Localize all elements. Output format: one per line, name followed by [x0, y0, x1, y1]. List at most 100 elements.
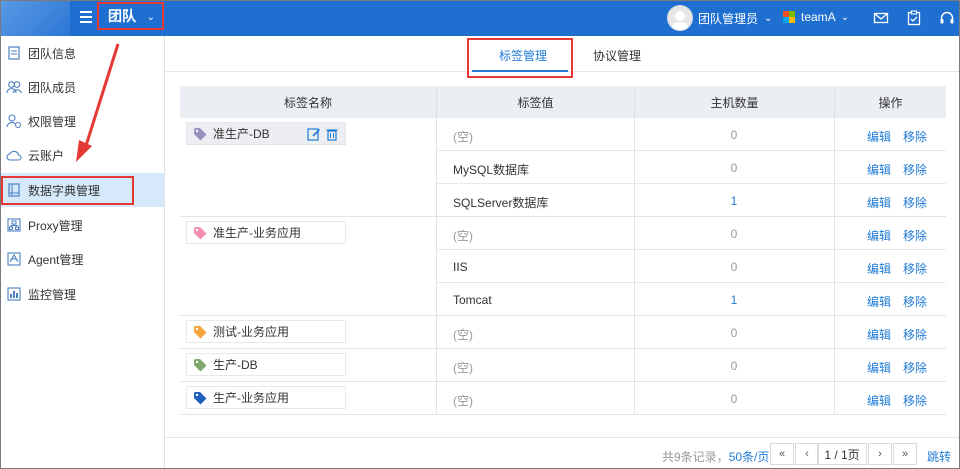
logo: [0, 0, 70, 36]
column-divider: [834, 151, 835, 184]
team-switcher[interactable]: teamA ⌄: [783, 10, 849, 24]
tab-tag-management[interactable]: 标签管理: [499, 47, 547, 64]
tag-name: 准生产-业务应用: [213, 226, 301, 240]
clipboard-icon[interactable]: [906, 10, 922, 26]
tag-name-cell: 准生产-DB: [180, 118, 437, 217]
row-actions: 编辑 移除: [867, 293, 939, 310]
chevron-down-icon: ⌄: [840, 11, 850, 23]
sidebar-item-data-dictionary[interactable]: 数据字典管理: [0, 173, 164, 207]
tag-icon: [194, 325, 207, 338]
row-actions: 编辑 移除: [867, 128, 939, 145]
row-actions: 编辑 移除: [867, 227, 939, 244]
sidebar-item-label: Proxy管理: [28, 218, 83, 233]
host-count: 0: [730, 326, 738, 340]
host-count: 0: [730, 359, 738, 373]
sidebar-item-proxy[interactable]: Proxy管理: [0, 208, 164, 242]
edit-link[interactable]: 编辑: [867, 394, 891, 408]
remove-link[interactable]: 移除: [903, 229, 927, 243]
tag-name: 生产-DB: [213, 358, 258, 372]
prev-page-button[interactable]: ‹: [795, 443, 819, 465]
table-row: MySQL数据库 0 编辑 移除: [437, 151, 946, 184]
column-divider: [834, 217, 835, 250]
page-size-select[interactable]: 50条/页: [729, 450, 770, 464]
tag-value: IIS: [453, 260, 468, 274]
edit-link[interactable]: 编辑: [867, 328, 891, 342]
headset-icon[interactable]: [939, 10, 955, 26]
tag-icon: [194, 391, 207, 404]
agent-icon: [6, 251, 22, 267]
remove-link[interactable]: 移除: [903, 361, 927, 375]
chevron-down-icon: ⌄: [146, 12, 155, 23]
table-row: (空) 0 编辑 移除: [437, 217, 946, 250]
row-actions: 编辑 移除: [867, 326, 939, 343]
table-row: (空) 0 编辑 移除: [437, 382, 946, 415]
top-bar: 团队 ⌄ 团队管理员 ⌄ teamA ⌄: [0, 0, 960, 36]
tag-value: (空): [453, 130, 473, 144]
page-indicator[interactable]: 1 / 1页: [817, 443, 867, 465]
remove-link[interactable]: 移除: [903, 394, 927, 408]
jump-button[interactable]: 跳转: [927, 448, 951, 465]
main-content: 标签管理 协议管理 标签名称 标签值 主机数量 操作 准生产-DB (空) 0 编辑移…: [165, 36, 960, 469]
last-page-button[interactable]: »: [893, 443, 917, 465]
trash-icon[interactable]: [325, 127, 339, 141]
edit-link[interactable]: 编辑: [867, 361, 891, 375]
sidebar-item-agent[interactable]: Agent管理: [0, 242, 164, 276]
user-menu[interactable]: 团队管理员 ⌄: [667, 4, 772, 32]
tag-chip[interactable]: 生产-业务应用: [186, 386, 346, 409]
menu-icon[interactable]: [80, 11, 92, 23]
table-header: 标签名称 标签值 主机数量 操作: [180, 86, 946, 118]
edit-link[interactable]: 编辑: [867, 229, 891, 243]
sidebar-item-label: 团队信息: [28, 46, 77, 61]
host-count: 0: [730, 227, 738, 241]
tag-value: (空): [453, 394, 473, 408]
host-count: 0: [730, 392, 738, 406]
tag-value: (空): [453, 328, 473, 342]
team-dropdown-label: 团队: [108, 8, 136, 24]
edit-link[interactable]: 编辑: [867, 163, 891, 177]
tag-name-cell: 生产-业务应用: [180, 382, 437, 415]
host-count: 0: [730, 128, 738, 142]
next-page-button[interactable]: ›: [868, 443, 892, 465]
remove-link[interactable]: 移除: [903, 328, 927, 342]
tag-chip[interactable]: 测试-业务应用: [186, 320, 346, 343]
edit-link[interactable]: 编辑: [867, 262, 891, 276]
sidebar-item-monitoring[interactable]: 监控管理: [0, 277, 164, 311]
table-row: (空) 0 编辑 移除: [437, 316, 946, 349]
edit-link[interactable]: 编辑: [867, 196, 891, 210]
tag-actions: [307, 127, 339, 141]
tag-chip[interactable]: 生产-DB: [186, 353, 346, 376]
host-count: 0: [730, 161, 738, 175]
user-name: 团队管理员: [698, 11, 759, 26]
remove-link[interactable]: 移除: [903, 295, 927, 309]
sidebar-item-label: 权限管理: [28, 114, 77, 129]
host-count[interactable]: 1: [634, 194, 834, 208]
edit-link[interactable]: 编辑: [867, 295, 891, 309]
host-count: 0: [730, 260, 738, 274]
tag-chip[interactable]: 准生产-DB: [186, 122, 346, 145]
sidebar-item-label: 监控管理: [28, 287, 77, 302]
pagination: 共9条记录，50条/页 « ‹ 1 / 1页 › » 跳转: [165, 437, 960, 469]
windows-logo-icon: [783, 11, 795, 23]
sidebar-item-label: 团队成员: [28, 80, 77, 95]
edit-icon[interactable]: [307, 127, 321, 141]
remove-link[interactable]: 移除: [903, 262, 927, 276]
tag-value: (空): [453, 361, 473, 375]
team-dropdown[interactable]: 团队 ⌄: [97, 2, 164, 30]
first-page-button[interactable]: «: [770, 443, 794, 465]
tag-value: MySQL数据库: [453, 163, 530, 177]
row-actions: 编辑 移除: [867, 194, 939, 211]
tab-protocol-management[interactable]: 协议管理: [593, 47, 641, 64]
tag-group: 生产-DB (空) 0 编辑 移除: [180, 349, 946, 382]
tag-name: 准生产-DB: [213, 127, 270, 141]
tag-chip[interactable]: 准生产-业务应用: [186, 221, 346, 244]
host-count[interactable]: 1: [634, 293, 834, 307]
annotation-arrow: [76, 43, 120, 162]
remove-link[interactable]: 移除: [903, 196, 927, 210]
edit-link[interactable]: 编辑: [867, 130, 891, 144]
tag-name-cell: 测试-业务应用: [180, 316, 437, 349]
remove-link[interactable]: 移除: [903, 163, 927, 177]
table-row: (空) 0 编辑 移除: [437, 118, 946, 151]
mail-icon[interactable]: [873, 10, 889, 26]
active-tab-indicator: [472, 70, 568, 72]
remove-link[interactable]: 移除: [903, 130, 927, 144]
